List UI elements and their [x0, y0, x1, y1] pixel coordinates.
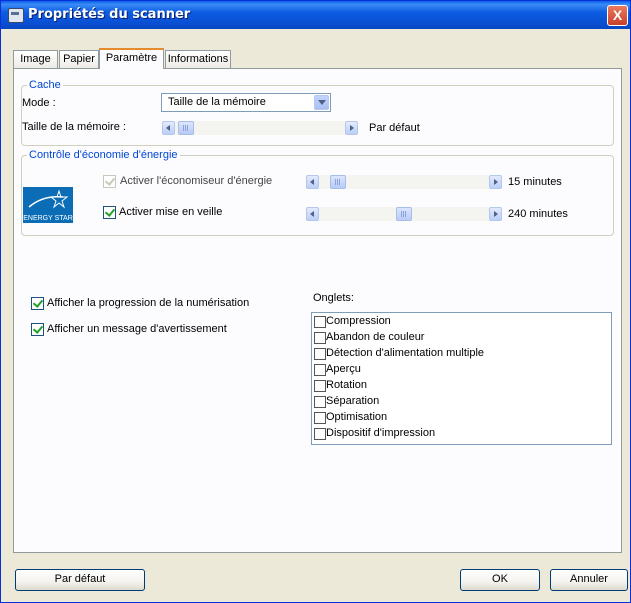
- mode-label: Mode :: [22, 97, 56, 109]
- sleep-mode-checkbox[interactable]: [103, 206, 116, 219]
- arrow-right-icon[interactable]: [345, 121, 358, 135]
- energy-saver-label: Activer l'économiseur d'énergie: [120, 175, 273, 187]
- show-warning-checkbox[interactable]: [31, 323, 44, 336]
- sleep-mode-thumb[interactable]: [396, 207, 412, 221]
- energy-star-text: ENERGY STAR: [23, 215, 73, 222]
- memory-size-value: Par défaut: [369, 122, 420, 134]
- close-button[interactable]: X: [607, 5, 628, 26]
- cache-legend: Cache: [29, 79, 61, 91]
- tab-papier[interactable]: Papier: [59, 50, 99, 68]
- energy-star-icon: [28, 189, 69, 209]
- energy-legend: Contrôle d'économie d'énergie: [29, 149, 178, 161]
- cache-group: Cache: [21, 79, 614, 146]
- tab-panel-parametre: Cache Mode : Taille de la mémoire Taille…: [13, 68, 622, 553]
- arrow-right-icon[interactable]: [489, 175, 502, 189]
- memory-size-thumb[interactable]: [178, 121, 194, 135]
- scanner-icon: [8, 8, 24, 23]
- energy-group: Contrôle d'économie d'énergie: [21, 149, 614, 236]
- arrow-right-icon[interactable]: [489, 207, 502, 221]
- energy-saver-checkbox[interactable]: [103, 175, 116, 188]
- show-progress-checkbox[interactable]: [31, 297, 44, 310]
- sleep-mode-label: Activer mise en veille: [119, 206, 223, 218]
- energy-star-logo: ENERGY STAR: [23, 187, 73, 223]
- scanner-properties-dialog: Propriétés du scanner X Image Papier Par…: [0, 0, 631, 603]
- cancel-button[interactable]: Annuler: [550, 569, 628, 591]
- tab-image[interactable]: Image: [13, 50, 58, 68]
- show-warning-label: Afficher un message d'avertissement: [47, 323, 227, 335]
- onglets-listbox[interactable]: Compression Abandon de couleur Détection…: [311, 312, 612, 445]
- list-item-checkbox[interactable]: [314, 396, 326, 408]
- memory-size-slider[interactable]: [162, 121, 358, 135]
- memory-size-label: Taille de la mémoire :: [22, 121, 126, 133]
- memory-size-track[interactable]: [175, 121, 345, 135]
- arrow-left-icon[interactable]: [306, 207, 319, 221]
- mode-select[interactable]: Taille de la mémoire: [161, 93, 331, 112]
- onglets-label: Onglets:: [313, 292, 354, 304]
- window-title: Propriétés du scanner: [28, 7, 191, 22]
- list-item-checkbox[interactable]: [314, 380, 326, 392]
- ok-button[interactable]: OK: [460, 569, 540, 591]
- mode-select-value: Taille de la mémoire: [168, 96, 266, 108]
- sleep-mode-slider[interactable]: [306, 207, 502, 221]
- list-item-checkbox[interactable]: [314, 316, 326, 328]
- energy-saver-thumb[interactable]: [330, 175, 346, 189]
- chevron-down-icon[interactable]: [314, 95, 329, 110]
- list-item-checkbox[interactable]: [314, 428, 326, 440]
- energy-saver-slider[interactable]: [306, 175, 502, 189]
- tab-parametre[interactable]: Paramètre: [99, 48, 164, 69]
- tab-informations[interactable]: Informations: [165, 50, 231, 68]
- default-button[interactable]: Par défaut: [15, 569, 145, 591]
- list-item-checkbox[interactable]: [314, 332, 326, 344]
- title-bar[interactable]: Propriétés du scanner X: [1, 1, 630, 29]
- list-item-checkbox[interactable]: [314, 364, 326, 376]
- list-item-checkbox[interactable]: [314, 412, 326, 424]
- sleep-mode-value: 240 minutes: [508, 208, 568, 220]
- show-progress-label: Afficher la progression de la numérisati…: [47, 297, 250, 309]
- list-item-checkbox[interactable]: [314, 348, 326, 360]
- arrow-left-icon[interactable]: [306, 175, 319, 189]
- arrow-left-icon[interactable]: [162, 121, 175, 135]
- energy-saver-value: 15 minutes: [508, 176, 562, 188]
